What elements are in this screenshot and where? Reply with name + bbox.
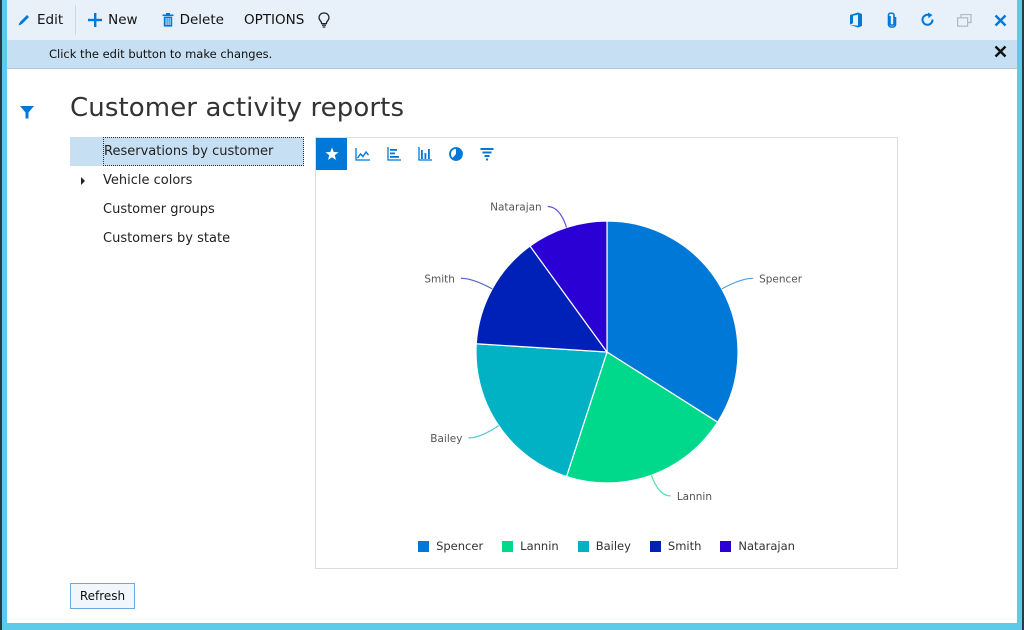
lightbulb-button[interactable] xyxy=(314,0,340,40)
legend-swatch xyxy=(577,540,589,552)
report-item-customer-groups[interactable]: Customer groups xyxy=(70,195,304,224)
app-window: Edit New Delete OPTIONS Click the edit b… xyxy=(7,0,1017,623)
legend-swatch xyxy=(720,540,732,552)
new-button[interactable]: New xyxy=(78,0,147,40)
report-item-vehicle-colors[interactable]: Vehicle colors xyxy=(70,166,304,195)
legend-swatch xyxy=(418,540,430,552)
window-frame-left xyxy=(0,0,2,630)
funnel-chart-icon xyxy=(480,148,493,161)
chart-type-toolbar xyxy=(316,138,502,170)
chart-type-line-button[interactable] xyxy=(347,138,378,170)
window-controls xyxy=(847,0,1009,40)
report-item-reservations-by-customer[interactable]: Reservations by customer xyxy=(70,137,304,166)
chart-panel: Spencer Lannin Bailey Smith Natarajan Spence… xyxy=(315,137,898,569)
toolbar-divider xyxy=(75,5,77,35)
leader-line-lannin xyxy=(650,475,671,497)
legend-item-natarajan[interactable]: Natarajan xyxy=(720,539,795,553)
edit-button[interactable]: Edit xyxy=(7,0,73,40)
attachment-icon[interactable] xyxy=(883,11,901,29)
action-toolbar: Edit New Delete OPTIONS xyxy=(7,0,1017,40)
edit-label: Edit xyxy=(37,12,64,28)
new-label: New xyxy=(108,12,138,28)
filter-icon[interactable] xyxy=(20,104,34,123)
dismiss-message-icon[interactable] xyxy=(994,45,1007,61)
star-icon xyxy=(325,147,338,160)
slice-label-spencer: Spencer xyxy=(759,273,803,285)
lightbulb-icon xyxy=(318,12,330,28)
slice-label-bailey: Bailey xyxy=(430,433,462,445)
options-label: OPTIONS xyxy=(243,12,305,28)
chart-legend: Spencer Lannin Bailey Smith Natarajan xyxy=(316,539,897,553)
legend-swatch xyxy=(502,540,514,552)
close-icon[interactable] xyxy=(991,11,1009,29)
options-button[interactable]: OPTIONS xyxy=(234,0,314,40)
legend-item-bailey[interactable]: Bailey xyxy=(577,539,631,553)
report-item-label: Vehicle colors xyxy=(103,173,193,188)
restore-window-icon[interactable] xyxy=(955,11,973,29)
office-icon[interactable] xyxy=(847,11,865,29)
leader-line-bailey xyxy=(468,425,499,439)
legend-swatch xyxy=(649,540,661,552)
slice-label-lannin: Lannin xyxy=(677,491,712,503)
delete-label: Delete xyxy=(179,12,224,28)
report-item-label: Customers by state xyxy=(103,231,231,246)
report-item-label: Customer groups xyxy=(103,202,215,217)
plus-icon xyxy=(88,13,103,27)
chart-type-column-button[interactable] xyxy=(409,138,440,170)
report-item-label: Reservations by customer xyxy=(103,137,304,166)
horizontal-bar-chart-icon xyxy=(386,147,401,161)
refresh-button[interactable]: Refresh xyxy=(70,583,135,609)
expand-caret-icon[interactable] xyxy=(81,177,85,185)
column-chart-icon xyxy=(417,147,432,161)
message-text: Click the edit button to make changes. xyxy=(49,47,273,61)
delete-button[interactable]: Delete xyxy=(152,0,234,40)
chart-type-bar-button[interactable] xyxy=(378,138,409,170)
refresh-icon[interactable] xyxy=(919,11,937,29)
report-item-customers-by-state[interactable]: Customers by state xyxy=(70,224,304,253)
trash-icon xyxy=(162,13,174,27)
legend-label: Natarajan xyxy=(738,539,795,553)
legend-item-spencer[interactable]: Spencer xyxy=(418,539,483,553)
pie-chart-icon xyxy=(448,147,463,161)
leader-line-spencer xyxy=(721,277,754,290)
legend-label: Spencer xyxy=(436,539,484,553)
message-bar: Click the edit button to make changes. xyxy=(7,40,1017,69)
leader-line-natarajan xyxy=(547,205,568,228)
slice-label-natarajan: Natarajan xyxy=(490,201,542,213)
legend-label: Lannin xyxy=(520,539,559,553)
chart-type-pie-button[interactable] xyxy=(440,138,471,170)
legend-label: Smith xyxy=(667,539,702,553)
pie-chart: Spencer Lannin Bailey Smith Natarajan xyxy=(424,201,803,503)
leader-line-smith xyxy=(460,277,493,290)
page-title: Customer activity reports xyxy=(70,93,405,123)
report-list: Reservations by customer Vehicle colors … xyxy=(70,137,304,253)
slice-label-smith: Smith xyxy=(424,273,455,285)
line-chart-icon xyxy=(355,147,370,161)
legend-item-lannin[interactable]: Lannin xyxy=(502,539,559,553)
pencil-icon xyxy=(17,13,31,27)
legend-label: Bailey xyxy=(595,539,631,553)
chart-type-funnel-button[interactable] xyxy=(471,138,502,170)
legend-item-smith[interactable]: Smith xyxy=(649,539,702,553)
chart-type-favorite-button[interactable] xyxy=(316,138,347,170)
